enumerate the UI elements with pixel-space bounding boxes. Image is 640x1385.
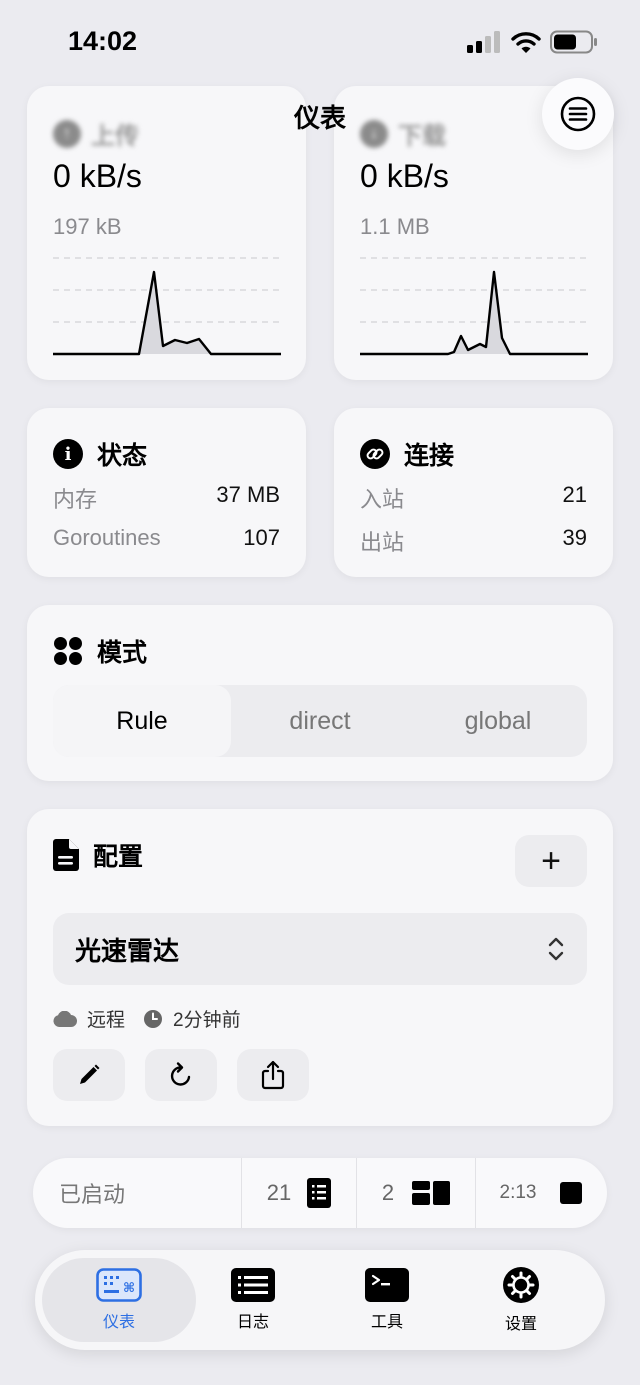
edit-profile-button[interactable] <box>53 1049 125 1101</box>
refresh-icon <box>170 1062 191 1086</box>
status-card: i 状态 内存 37 MB Goroutines 107 <box>27 408 306 577</box>
uptime-item[interactable]: 2:13 <box>476 1158 606 1228</box>
status-row-goroutines: Goroutines 107 <box>53 525 280 551</box>
mode-segmented-control: Rule direct global <box>53 685 587 757</box>
profile-card-header: 配置 <box>53 837 143 873</box>
selected-profile: 光速雷达 <box>75 935 180 966</box>
mode-card-header: 模式 <box>53 633 147 669</box>
row-value: 39 <box>562 525 587 550</box>
row-value: 37 MB <box>216 482 280 507</box>
connections-card-header: 连接 <box>360 436 454 472</box>
four-dots-icon <box>54 637 82 665</box>
bottom-status-bar: 已启动 21 2 2:13 <box>33 1158 607 1228</box>
pencil-icon <box>80 1064 100 1084</box>
tab-label: 仪表 <box>102 1314 135 1331</box>
upload-total: 197 kB <box>53 214 122 239</box>
chevron-up-down-icon <box>548 937 564 961</box>
mode-option-global[interactable]: global <box>409 685 587 757</box>
menu-button[interactable] <box>542 78 614 150</box>
cellular-signal-icon <box>467 31 500 53</box>
link-icon <box>360 439 390 469</box>
log-list-icon <box>231 1268 275 1302</box>
plus-icon: + <box>541 841 561 880</box>
status-row-memory: 内存 37 MB <box>53 482 280 514</box>
groups-count-item[interactable]: 2 <box>357 1158 475 1228</box>
status-card-title: 状态 <box>97 442 148 470</box>
profile-select[interactable]: 光速雷达 <box>53 913 587 985</box>
row-value: 21 <box>562 482 587 507</box>
mode-card: 模式 Rule direct global <box>27 605 613 781</box>
row-key: 入站 <box>360 487 405 512</box>
download-speed: 0 kB/s <box>360 158 449 194</box>
status-bar: 14:02 <box>0 0 640 80</box>
info-icon: i <box>53 439 83 469</box>
service-state[interactable]: 已启动 <box>33 1158 241 1228</box>
add-profile-button[interactable]: + <box>515 835 587 887</box>
status-card-header: i 状态 <box>53 436 147 472</box>
tab-dashboard[interactable]: ⌘ 仪表 <box>42 1258 196 1342</box>
wifi-icon <box>511 32 541 53</box>
cloud-icon <box>53 1010 77 1027</box>
gear-icon <box>503 1267 539 1303</box>
tab-bar: ⌘ 仪表 日志 工具 设置 <box>35 1250 605 1350</box>
status-time: 14:02 <box>68 26 138 56</box>
profile-meta: 远程 2分钟前 <box>53 1005 241 1032</box>
tab-logs[interactable]: 日志 <box>183 1258 323 1342</box>
terminal-icon <box>365 1268 409 1302</box>
row-value: 107 <box>243 525 280 550</box>
row-key: 内存 <box>53 487 98 512</box>
tab-label: 日志 <box>236 1314 269 1331</box>
connections-card-title: 连接 <box>404 442 455 470</box>
profile-card-title: 配置 <box>93 843 144 871</box>
profile-card: 配置 + 光速雷达 远程 2分钟前 <box>27 809 613 1126</box>
rules-list-icon <box>307 1178 332 1208</box>
connections-row-inbound: 入站 21 <box>360 482 587 514</box>
proxy-groups-icon <box>412 1181 451 1205</box>
download-total: 1.1 MB <box>360 214 430 239</box>
mode-option-direct[interactable]: direct <box>231 685 409 757</box>
document-icon <box>53 839 79 871</box>
battery-icon <box>550 30 597 54</box>
row-key: 出站 <box>360 530 405 555</box>
refresh-profile-button[interactable] <box>145 1049 217 1101</box>
svg-text:⌘: ⌘ <box>123 1281 135 1296</box>
share-profile-button[interactable] <box>237 1049 309 1101</box>
tab-tools[interactable]: 工具 <box>317 1258 457 1342</box>
profile-updated-time: 2分钟前 <box>173 1010 241 1031</box>
stop-icon <box>560 1182 583 1204</box>
upload-sparkline <box>53 257 281 356</box>
share-icon <box>261 1060 285 1090</box>
row-key: Goroutines <box>53 525 161 550</box>
profile-type: 远程 <box>87 1010 126 1031</box>
tab-settings[interactable]: 设置 <box>451 1258 591 1342</box>
connections-row-outbound: 出站 39 <box>360 525 587 557</box>
tab-label: 工具 <box>370 1314 403 1331</box>
groups-count: 2 <box>381 1180 395 1205</box>
upload-speed: 0 kB/s <box>53 158 142 194</box>
dashboard-icon: ⌘ <box>96 1268 142 1302</box>
mode-card-title: 模式 <box>97 639 148 667</box>
download-sparkline <box>360 257 588 356</box>
connections-card[interactable]: 连接 入站 21 出站 39 <box>334 408 613 577</box>
rules-count-item[interactable]: 21 <box>242 1158 356 1228</box>
list-circle-icon <box>560 96 596 132</box>
rules-count: 21 <box>266 1180 292 1205</box>
tab-label: 设置 <box>504 1316 537 1333</box>
uptime: 2:13 <box>499 1182 537 1203</box>
clock-icon <box>144 1009 163 1028</box>
service-state-label: 已启动 <box>59 1182 126 1207</box>
mode-option-rule[interactable]: Rule <box>53 685 231 757</box>
